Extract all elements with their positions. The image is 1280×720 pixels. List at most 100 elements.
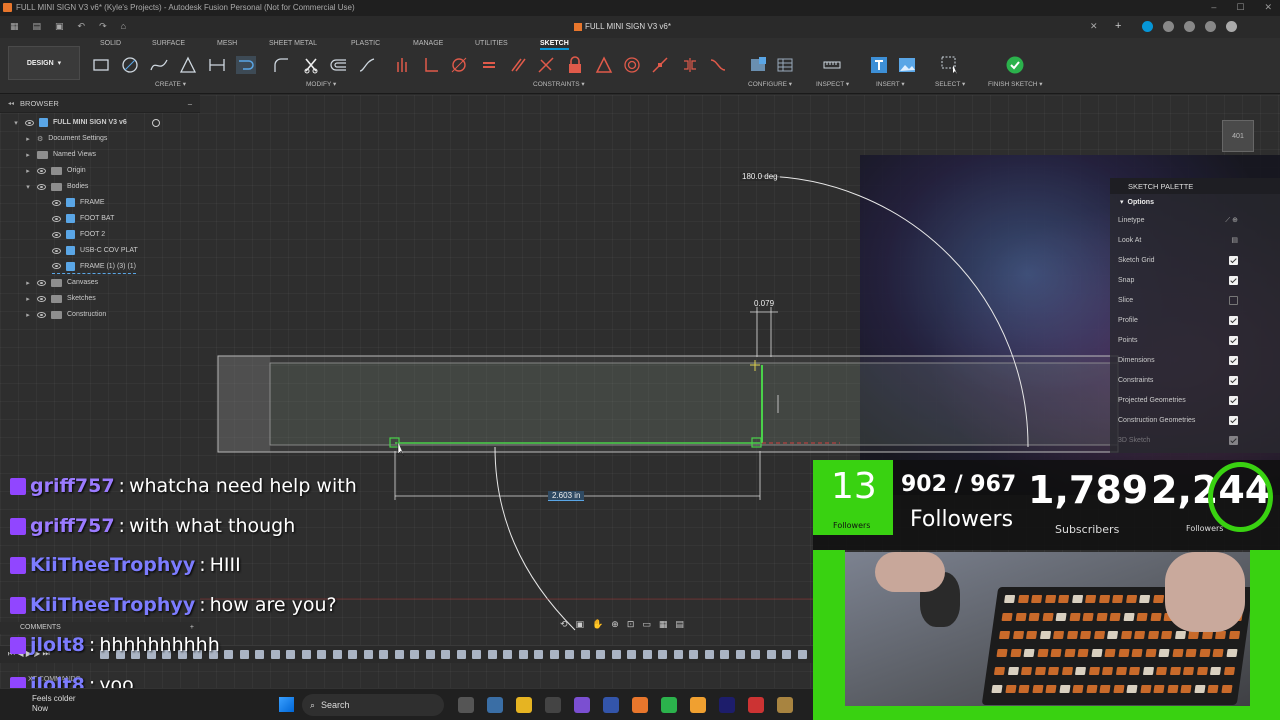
document-tab[interactable]: FULL MINI SIGN V3 v6*	[585, 22, 671, 31]
timeline-feature-icon[interactable]	[270, 650, 280, 659]
timeline-feature-icon[interactable]	[379, 650, 388, 659]
browser-item-construction[interactable]: ▸ Construction	[24, 307, 106, 322]
active-radio-icon[interactable]	[151, 118, 160, 127]
trim-tool-icon[interactable]	[301, 56, 321, 74]
file-icon[interactable]: ▤	[33, 21, 42, 32]
insert-group-label[interactable]: INSERT ▾	[876, 80, 905, 88]
home-icon[interactable]: ⌂	[121, 21, 126, 32]
browser-item-frame[interactable]: FRAME	[52, 195, 105, 210]
visibility-eye-icon[interactable]	[37, 167, 46, 174]
extensions-icon[interactable]	[1142, 21, 1153, 32]
look-at-icon[interactable]: ▣	[576, 619, 585, 633]
timeline-feature-icon[interactable]	[348, 650, 357, 659]
fillet-tool-icon[interactable]	[271, 56, 291, 74]
timeline-feature-icon[interactable]	[301, 650, 311, 659]
timeline-feature-icon[interactable]	[332, 650, 342, 659]
horizontal-constraint-icon[interactable]	[392, 56, 412, 74]
timeline-feature-icon[interactable]	[503, 650, 512, 659]
symmetry-constraint-icon[interactable]	[680, 56, 700, 74]
3d-sketch-checkbox[interactable]	[1229, 435, 1238, 445]
line-tool-icon[interactable]	[236, 56, 256, 74]
save-icon[interactable]: ▣	[55, 21, 64, 32]
notifications-icon[interactable]	[1184, 21, 1195, 32]
viewports-icon[interactable]: ▤	[675, 619, 684, 633]
app-icon[interactable]	[748, 697, 764, 713]
tangent-constraint-icon[interactable]	[449, 56, 469, 74]
browser-item-sketches[interactable]: ▸ Sketches	[24, 291, 96, 306]
configure-table-icon[interactable]	[748, 56, 768, 74]
app-icon[interactable]	[661, 697, 677, 713]
timeline-feature-icon[interactable]	[255, 650, 264, 659]
account-icon[interactable]	[1226, 21, 1237, 32]
timeline-feature-icon[interactable]	[658, 650, 667, 659]
chevron-down-icon[interactable]: ▾	[24, 183, 32, 191]
task-view-icon[interactable]	[458, 697, 474, 713]
collapse-icon[interactable]: ◂◂	[8, 100, 14, 107]
dimensions-checkbox[interactable]	[1229, 355, 1238, 365]
tab-mesh[interactable]: MESH	[217, 40, 237, 47]
new-tab-icon[interactable]: +	[1115, 20, 1121, 32]
timeline-feature-icon[interactable]	[549, 650, 559, 659]
fit-icon[interactable]: ⊡	[627, 619, 635, 633]
grid-settings-icon[interactable]: ▦	[659, 619, 668, 633]
timeline-feature-icon[interactable]	[441, 650, 450, 659]
slot-tool-icon[interactable]	[207, 56, 227, 74]
timeline-feature-icon[interactable]	[751, 650, 760, 659]
chevron-right-icon[interactable]: ▸	[24, 279, 32, 287]
timeline-feature-icon[interactable]	[410, 650, 419, 659]
tab-sheet-metal[interactable]: SHEET METAL	[269, 40, 317, 47]
timeline-feature-icon[interactable]	[720, 650, 729, 659]
timeline-feature-icon[interactable]	[425, 650, 435, 659]
file-explorer-icon[interactable]	[516, 697, 532, 713]
timeline-feature-icon[interactable]	[782, 650, 791, 659]
timeline-feature-icon[interactable]	[472, 650, 481, 659]
select-box-icon[interactable]	[940, 56, 960, 74]
timeline-feature-icon[interactable]	[534, 650, 543, 659]
browser-root[interactable]: ▾ FULL MINI SIGN V3 v6	[12, 115, 160, 130]
constraints-checkbox[interactable]	[1229, 375, 1238, 385]
insert-image-icon[interactable]	[897, 56, 917, 74]
timeline-feature-icon[interactable]	[518, 650, 528, 659]
maximize-icon[interactable]: ☐	[1236, 2, 1244, 13]
display-settings-icon[interactable]: ▭	[642, 619, 651, 633]
minimize-icon[interactable]: –	[1211, 2, 1216, 13]
small-dimension[interactable]: 0.079	[754, 299, 774, 308]
tab-plastic[interactable]: PLASTIC	[351, 40, 380, 47]
timeline-feature-icon[interactable]	[735, 650, 745, 659]
chevron-right-icon[interactable]: ▸	[24, 151, 32, 159]
app-icon[interactable]	[487, 697, 503, 713]
visibility-eye-icon[interactable]	[37, 279, 46, 286]
visibility-eye-icon[interactable]	[52, 247, 61, 254]
workspace-design-button[interactable]: DESIGN ▾	[8, 46, 80, 80]
modify-group-label[interactable]: MODIFY ▾	[306, 80, 336, 88]
profile-checkbox[interactable]	[1229, 315, 1238, 325]
chevron-right-icon[interactable]: ▸	[24, 311, 32, 319]
tab-solid[interactable]: SOLID	[100, 40, 121, 47]
finish-sketch-icon[interactable]	[1005, 56, 1025, 74]
visibility-eye-icon[interactable]	[52, 263, 61, 269]
app-icon[interactable]	[603, 697, 619, 713]
fix-constraint-icon[interactable]	[565, 56, 585, 74]
configure-group-label[interactable]: CONFIGURE ▾	[748, 80, 792, 88]
timeline-feature-icon[interactable]	[565, 650, 574, 659]
look-at-icon[interactable]: ▤	[1231, 236, 1238, 244]
timeline-feature-icon[interactable]	[487, 650, 497, 659]
browser-item-origin[interactable]: ▸ Origin	[24, 163, 86, 178]
spline-tool-icon[interactable]	[149, 56, 169, 74]
zoom-icon[interactable]: ⊕	[611, 619, 619, 633]
timeline-feature-icon[interactable]	[363, 650, 373, 659]
equal-constraint-icon[interactable]	[479, 56, 499, 74]
insert-text-icon[interactable]	[869, 56, 889, 74]
angle-dimension[interactable]: 180.0 deg	[740, 172, 780, 181]
visibility-eye-icon[interactable]	[37, 311, 46, 318]
chevron-down-icon[interactable]: ▾	[12, 119, 20, 127]
job-status-icon[interactable]	[1163, 21, 1174, 32]
projected-geometries-checkbox[interactable]	[1229, 395, 1238, 405]
timeline-feature-icon[interactable]	[766, 650, 776, 659]
timeline-feature-icon[interactable]	[580, 650, 590, 659]
chevron-right-icon[interactable]: ▸	[24, 135, 32, 143]
points-checkbox[interactable]	[1229, 335, 1238, 345]
snap-checkbox[interactable]	[1229, 275, 1238, 285]
windows-start-icon[interactable]	[279, 697, 294, 712]
premiere-icon[interactable]	[719, 697, 735, 713]
